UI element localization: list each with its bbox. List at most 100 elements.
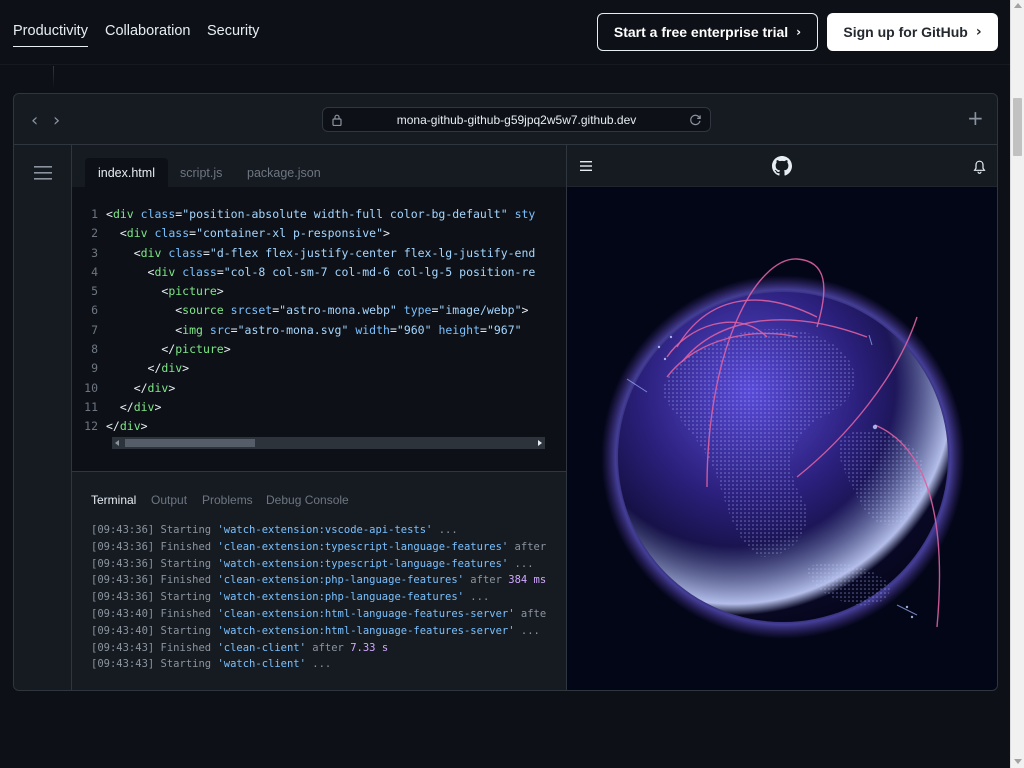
- chevron-right-icon: ›: [975, 24, 982, 40]
- tab-package-json[interactable]: package.json: [234, 158, 334, 187]
- log-prefix: [09:43:36] Finished: [91, 574, 218, 587]
- log-task: 'watch-client': [217, 658, 306, 671]
- code-string: "astro-mona.webp": [279, 303, 397, 318]
- code-line: 7 <img src="astro-mona.svg" width="960" …: [72, 321, 566, 340]
- terminal-line: [09:43:43] Finished 'clean-client' after…: [91, 640, 546, 657]
- scroll-down-icon[interactable]: [1014, 759, 1022, 764]
- log-task: 'clean-extension:php-language-features': [217, 574, 464, 587]
- log-tail: ...: [514, 624, 540, 637]
- log-prefix: [09:43:36] Starting: [91, 591, 218, 604]
- refresh-icon[interactable]: [689, 113, 702, 126]
- code-tag: div: [154, 264, 176, 279]
- code-line: 3 <div class="d-flex flex-justify-center…: [72, 244, 566, 263]
- browser-toolbar: ‹ › mona-github-github-g59jpq2w5w7.githu…: [14, 94, 997, 145]
- url-bar[interactable]: mona-github-github-g59jpq2w5w7.github.de…: [322, 107, 711, 132]
- line-number: 9: [91, 361, 98, 376]
- horizontal-scrollbar[interactable]: [112, 437, 545, 449]
- plus-icon[interactable]: +: [967, 106, 984, 130]
- chevron-right-icon[interactable]: ›: [53, 110, 60, 131]
- nav-productivity[interactable]: Productivity: [13, 23, 88, 47]
- log-duration: 384 ms: [508, 574, 546, 587]
- code-punct: >: [168, 380, 176, 395]
- code-string: "image/webp": [438, 303, 522, 318]
- code-punct: <: [106, 303, 183, 318]
- tab-script-js[interactable]: script.js: [167, 158, 235, 187]
- code-punct: >: [383, 226, 390, 241]
- log-task: 'clean-extension:typescript-language-fea…: [217, 540, 509, 553]
- code-punct: >: [216, 284, 224, 299]
- code-attr: srcset: [230, 303, 273, 318]
- code-tag: div: [147, 380, 169, 395]
- code-punct: =: [480, 322, 487, 337]
- tab-problems[interactable]: Problems: [202, 493, 253, 507]
- code-line: 1 <div class="position-absolute width-ful…: [72, 205, 566, 224]
- scroll-left-icon[interactable]: [115, 440, 119, 446]
- line-number: 5: [91, 284, 98, 299]
- scroll-up-icon[interactable]: [1014, 3, 1022, 8]
- scrollbar-thumb[interactable]: [1013, 98, 1022, 156]
- log-tail: ...: [305, 658, 332, 671]
- code-string: "col-8 col-sm-7 col-md-6 col-lg-5 positi…: [223, 264, 536, 279]
- code-punct: <: [106, 322, 183, 337]
- code-punct: <: [106, 245, 141, 260]
- tab-debug-console[interactable]: Debug Console: [266, 493, 349, 507]
- code-tag: picture: [175, 342, 224, 357]
- code-punct: >: [140, 419, 148, 434]
- code-string: "960": [396, 322, 432, 337]
- code-editor: index.html script.js package.json 1 <div …: [72, 145, 566, 471]
- scrollbar-thumb[interactable]: [125, 439, 255, 447]
- log-task: 'clean-extension:html-language-features-…: [217, 607, 515, 620]
- log-task: 'watch-extension:php-language-features': [217, 591, 464, 604]
- sign-up-label: Sign up for GitHub: [843, 24, 968, 40]
- globe-illustration: [601, 258, 965, 639]
- terminal-panel: Terminal Output Problems Debug Console […: [72, 471, 566, 690]
- code-punct: >: [182, 361, 190, 376]
- bell-icon[interactable]: [973, 160, 986, 174]
- log-tail: after: [463, 574, 509, 587]
- code-attr: class: [140, 207, 176, 221]
- hamburger-icon[interactable]: [580, 161, 592, 171]
- sign-up-button[interactable]: Sign up for GitHub ›: [827, 13, 998, 51]
- code-string: "position-absolute width-full color-bg-d…: [182, 207, 508, 221]
- tab-terminal[interactable]: Terminal: [91, 493, 136, 507]
- code-attr: width: [355, 322, 390, 337]
- code-punct: <: [106, 284, 169, 299]
- code-punct: =: [389, 322, 397, 337]
- hamburger-icon[interactable]: [34, 166, 52, 180]
- code-tag: div: [133, 399, 155, 414]
- github-logo-icon[interactable]: [772, 156, 792, 176]
- code-punct: >: [521, 303, 529, 318]
- start-trial-button[interactable]: Start a free enterprise trial ›: [597, 13, 818, 51]
- log-duration: 7.33 s: [350, 641, 389, 654]
- code-line: 8 </picture>: [72, 340, 566, 359]
- scroll-right-icon[interactable]: [538, 440, 542, 446]
- activity-bar: [14, 145, 72, 690]
- chevron-left-icon[interactable]: ‹: [31, 110, 38, 131]
- code-tag: img: [182, 322, 203, 337]
- line-number: 6: [91, 303, 98, 318]
- log-tail: after: [305, 641, 351, 654]
- log-tail: ...: [508, 557, 534, 570]
- terminal-output[interactable]: [09:43:36] Starting 'watch-extension:vsc…: [91, 522, 546, 673]
- nav-collaboration[interactable]: Collaboration: [105, 23, 190, 39]
- page-scrollbar[interactable]: [1010, 0, 1024, 768]
- code-tag: div: [112, 207, 134, 221]
- code-line: 11 </div>: [72, 398, 566, 417]
- log-task: 'watch-extension:vscode-api-tests': [217, 524, 433, 536]
- nav-security[interactable]: Security: [207, 23, 259, 39]
- code-punct: </: [106, 399, 134, 414]
- tab-output[interactable]: Output: [151, 493, 187, 507]
- top-navigation: Productivity Collaboration Security Star…: [0, 0, 1010, 64]
- code-punct: </: [106, 419, 120, 434]
- code-line: 2 <div class="container-xl p-responsive"…: [72, 224, 566, 243]
- log-prefix: [09:43:40] Finished: [91, 607, 218, 620]
- terminal-line: [09:43:40] Starting 'watch-extension:htm…: [91, 623, 546, 640]
- line-number: 7: [91, 322, 98, 337]
- code-lines[interactable]: 1 <div class="position-absolute width-ful…: [72, 205, 566, 437]
- arrow-right-icon: ›: [796, 25, 802, 39]
- code-attr: height: [438, 322, 480, 337]
- code-attr: src: [209, 322, 231, 337]
- tab-index-html[interactable]: index.html: [85, 158, 168, 187]
